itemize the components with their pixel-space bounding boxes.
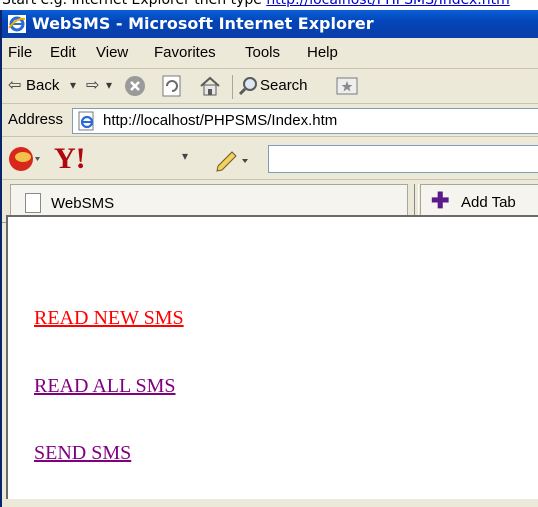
stop-icon[interactable] xyxy=(124,75,146,97)
address-label: Address xyxy=(8,111,64,128)
toolbar-separator xyxy=(232,75,233,99)
menu-tools[interactable]: Tools xyxy=(245,44,280,61)
menu-file[interactable]: File xyxy=(8,44,32,61)
ie-page-icon xyxy=(78,111,94,131)
refresh-icon[interactable] xyxy=(162,75,182,97)
address-bar: Address http://localhost/PHPSMS/Index.ht… xyxy=(2,104,538,137)
caption-text: Start e.g. Internet Explorer then type xyxy=(2,0,267,8)
add-tab-label: Add Tab xyxy=(461,194,516,211)
back-dropdown-icon[interactable]: ▾ xyxy=(70,78,76,92)
menu-view[interactable]: View xyxy=(96,44,128,61)
forward-arrow-icon[interactable]: ⇨ xyxy=(86,75,99,95)
ie-app-icon xyxy=(8,15,26,33)
address-input[interactable]: http://localhost/PHPSMS/Index.htm xyxy=(72,108,538,134)
yahoo-toolbar: Y! ▾ xyxy=(2,137,538,180)
pencil-icon[interactable] xyxy=(214,146,252,172)
search-icon[interactable] xyxy=(238,75,260,97)
tab-label: WebSMS xyxy=(51,195,115,212)
page-caption: Start e.g. Internet Explorer then type h… xyxy=(0,0,538,10)
yahoo-messenger-icon[interactable] xyxy=(8,145,42,173)
menu-help[interactable]: Help xyxy=(307,44,338,61)
search-button-label[interactable]: Search xyxy=(260,77,308,94)
page-icon xyxy=(25,193,41,213)
address-url: http://localhost/PHPSMS/Index.htm xyxy=(103,112,338,129)
title-bar[interactable]: WebSMS - Microsoft Internet Explorer xyxy=(2,10,538,38)
plus-icon: ✚ xyxy=(431,188,450,213)
menu-bar: File Edit View Favorites Tools Help xyxy=(2,38,538,69)
back-arrow-icon[interactable]: ⇦ xyxy=(8,75,21,95)
link-read-new-sms[interactable]: READ NEW SMS xyxy=(34,307,184,330)
menu-edit[interactable]: Edit xyxy=(50,44,76,61)
forward-dropdown-icon[interactable]: ▾ xyxy=(106,78,112,92)
yahoo-dropdown-icon[interactable]: ▾ xyxy=(182,149,188,163)
window-title: WebSMS - Microsoft Internet Explorer xyxy=(32,14,374,33)
standard-toolbar: ⇦ Back ▾ ⇨ ▾ Search xyxy=(2,69,538,104)
menu-favorites[interactable]: Favorites xyxy=(154,44,216,61)
home-icon[interactable] xyxy=(199,75,221,97)
yahoo-logo[interactable]: Y! xyxy=(52,143,126,173)
yahoo-search-input[interactable] xyxy=(268,145,538,173)
link-read-all-sms[interactable]: READ ALL SMS xyxy=(34,375,176,398)
link-send-sms[interactable]: SEND SMS xyxy=(34,442,131,465)
svg-text:Y!: Y! xyxy=(54,143,86,173)
page-content: READ NEW SMS READ ALL SMS SEND SMS xyxy=(6,215,538,499)
back-button-label[interactable]: Back xyxy=(26,77,59,94)
favorites-icon[interactable] xyxy=(336,76,358,96)
caption-link[interactable]: http://localhost/PHPSMS/Index.htm xyxy=(266,0,509,8)
